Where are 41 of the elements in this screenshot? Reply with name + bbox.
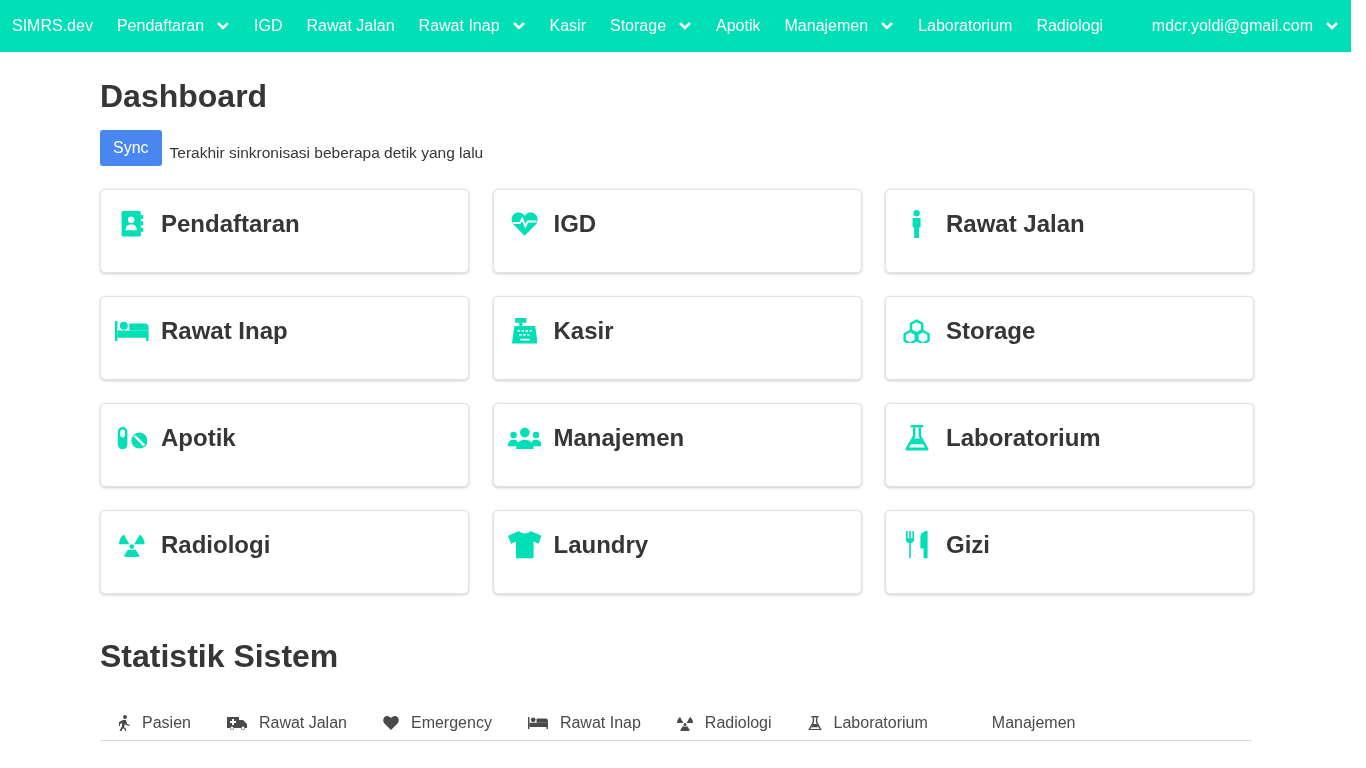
cash-register-icon xyxy=(511,318,538,344)
users-icon xyxy=(507,426,542,450)
stat-tab[interactable]: Rawat Jalan xyxy=(208,706,365,740)
ambulance-icon xyxy=(226,715,247,731)
bed-icon xyxy=(527,716,548,730)
cubes-icon xyxy=(903,319,931,343)
radiation-icon xyxy=(119,533,145,557)
flask-icon xyxy=(905,425,929,451)
section-title: Statistik Sistem xyxy=(100,637,340,676)
person-icon xyxy=(911,209,923,239)
stat-tab[interactable]: Manajemen xyxy=(945,706,1094,740)
module-card[interactable]: Pendaftaran xyxy=(100,189,469,273)
shirt-icon xyxy=(507,531,542,559)
sync-status: Terakhir sinkronisasi beberapa detik yang lalu xyxy=(169,144,484,163)
stat-tab[interactable]: Radiologi xyxy=(658,706,790,740)
module-card[interactable]: Laboratorium xyxy=(885,403,1254,487)
module-card[interactable]: Rawat Inap xyxy=(100,296,469,380)
module-card[interactable]: Apotik xyxy=(100,403,469,487)
module-card[interactable]: Rawat Jalan xyxy=(885,189,1254,273)
module-card[interactable]: Radiologi xyxy=(100,510,469,594)
contact-book-icon xyxy=(120,211,144,237)
module-card[interactable]: Storage xyxy=(885,296,1254,380)
flask-icon xyxy=(807,715,822,731)
heart-icon xyxy=(382,716,399,730)
module-card[interactable]: Kasir xyxy=(492,296,862,380)
pills-icon xyxy=(116,426,148,450)
bed-icon xyxy=(115,320,149,342)
stat-tab[interactable]: Rawat Inap xyxy=(509,706,659,740)
page-title: Dashboard xyxy=(100,77,269,116)
module-card[interactable]: Gizi xyxy=(885,510,1254,594)
module-card[interactable]: Manajemen xyxy=(492,403,862,487)
radiation-icon xyxy=(676,715,693,731)
walking-person-icon xyxy=(118,715,130,731)
stat-tab[interactable]: Emergency xyxy=(364,706,510,740)
utensils-icon xyxy=(905,531,929,559)
module-card[interactable]: IGD xyxy=(492,189,862,273)
stat-tab[interactable]: Pasien xyxy=(100,706,209,740)
sync-button[interactable]: Sync xyxy=(100,130,162,166)
module-card[interactable]: Laundry xyxy=(492,510,862,594)
heartbeat-icon xyxy=(510,211,539,237)
stat-tab[interactable]: Laboratorium xyxy=(789,706,946,740)
